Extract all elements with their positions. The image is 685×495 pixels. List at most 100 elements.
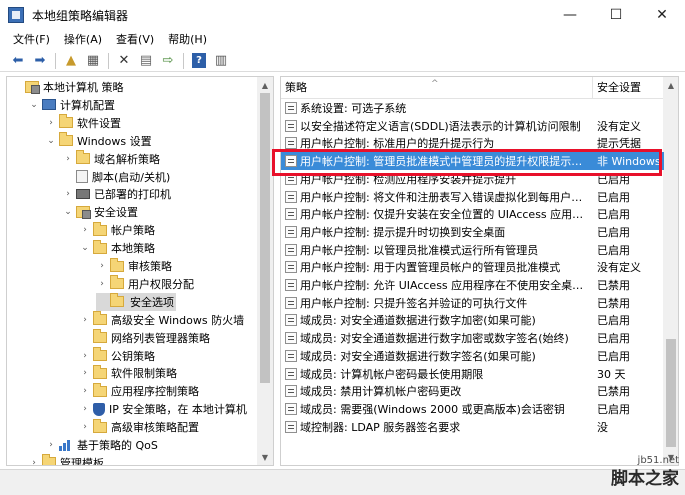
expand-arrow-icon[interactable]: › [79,404,91,414]
tree-item[interactable]: ⌄ 安全设置 [62,203,138,221]
tree-item[interactable]: › 管理模板 [28,454,104,465]
menu-file[interactable]: 文件(F) [6,30,57,50]
tree-item[interactable]: ⌄ 计算机配置 [28,96,115,114]
table-row[interactable]: 用户帐户控制: 提示提升时切换到安全桌面 已启用 [281,223,664,241]
tree-item[interactable]: › 审核策略 [96,257,172,275]
table-row[interactable]: 系统设置: 可选子系统 [281,99,664,117]
table-row[interactable]: 域成员: 禁用计算机帐户密码更改 已禁用 [281,382,664,400]
tree-item[interactable]: › 高级审核策略配置 [79,418,199,436]
table-row[interactable]: 域成员: 对安全通道数据进行数字签名(如果可能) 已启用 [281,347,664,365]
expand-arrow-icon[interactable]: › [79,315,91,325]
policy-setting-icon [285,332,297,345]
expand-arrow-icon[interactable]: › [96,279,108,289]
tree-item[interactable]: › 帐户策略 [79,221,155,239]
tree-item-label: 网络列表管理器策略 [111,331,210,345]
tree-item-label: IP 安全策略，在 本地计算机 [109,403,247,417]
table-row[interactable]: 用户帐户控制: 仅提升安装在安全位置的 UIAccess 应用程序 已启用 [281,205,664,223]
tree-item[interactable]: › 软件设置 [45,114,121,132]
security-setting-value: 已禁用 [597,385,630,399]
expand-arrow-icon[interactable]: › [79,225,91,235]
expand-arrow-icon[interactable]: › [45,118,57,128]
policy-setting-icon [285,137,297,150]
tree-item[interactable]: › 已部署的打印机 [62,185,171,203]
expand-arrow-icon[interactable]: › [79,386,91,396]
table-row[interactable]: 域成员: 计算机帐户密码最长使用期限 30 天 [281,365,664,383]
folder-icon [42,454,56,465]
table-row[interactable]: 用户帐户控制: 标准用户的提升提示行为 提示凭据 [281,134,664,152]
show-hide-tree-icon[interactable]: ▦ [83,52,103,70]
table-row[interactable]: 域控制器: LDAP 服务器签名要求 没 [281,418,664,436]
table-row[interactable]: 域成员: 对安全通道数据进行数字加密(如果可能) 已启用 [281,311,664,329]
expand-arrow-icon[interactable]: › [62,154,74,164]
expand-arrow-icon[interactable]: › [45,440,57,450]
tree-scrollbar[interactable]: ▲ ▼ [257,77,273,465]
policy-list-pane[interactable]: ^ 策略 安全设置 ▲ ▼ 系统设置: 可选子系统 以安全描述符定义语言(SDDL… [280,76,679,466]
table-row[interactable]: 用户帐户控制: 只提升签名并验证的可执行文件 已禁用 [281,294,664,312]
expand-arrow-icon[interactable]: › [62,189,74,199]
column-header-policy[interactable]: ^ 策略 [281,77,593,99]
scroll-up-arrow-icon[interactable]: ▲ [663,77,678,93]
column-header-setting[interactable]: 安全设置 [593,77,664,99]
folder-icon [59,114,73,129]
security-setting-value: 已启用 [597,190,630,204]
tree-item[interactable]: › 应用程序控制策略 [79,382,199,400]
expand-arrow-icon[interactable]: ⌄ [79,243,91,253]
tree-item[interactable]: 安全选项 [96,292,176,311]
table-row[interactable]: 用户帐户控制: 允许 UIAccess 应用程序在不使用安全桌面的情况下提升权限… [281,276,664,294]
expand-arrow-icon[interactable]: › [79,351,91,361]
table-row[interactable]: 用户帐户控制: 检测应用程序安装并提示提升 已启用 [281,170,664,188]
security-setting-value: 没有定义 [597,261,641,275]
table-row[interactable]: 域成员: 需要强(Windows 2000 或更高版本)会话密钥 已启用 [281,400,664,418]
minimize-button[interactable]: — [547,0,593,30]
tree-item[interactable]: ⌄ Windows 设置 [45,132,152,150]
tree-item[interactable]: › 软件限制策略 [79,364,177,382]
tree-item[interactable]: › 基于策略的 QoS [45,436,158,454]
tree-item[interactable]: › 用户权限分配 [96,275,194,293]
tree-item[interactable]: 网络列表管理器策略 [79,329,210,347]
table-row[interactable]: 用户帐户控制: 以管理员批准模式运行所有管理员 已启用 [281,241,664,259]
folder-icon [93,382,107,397]
tree-item[interactable]: › IP 安全策略，在 本地计算机 [79,400,247,418]
table-row[interactable]: 用户帐户控制: 管理员批准模式中管理员的提升权限提示的行为非 Windows [281,152,664,171]
filter-view-icon[interactable]: ▥ [211,52,231,70]
table-row[interactable]: 域成员: 对安全通道数据进行数字加密或数字签名(始终) 已启用 [281,329,664,347]
expand-arrow-icon[interactable]: › [79,368,91,378]
policy-name: 用户帐户控制: 只提升签名并验证的可执行文件 [300,296,528,310]
delete-icon[interactable]: ✕ [114,52,134,70]
menu-action[interactable]: 操作(A) [57,30,109,50]
scroll-down-arrow-icon[interactable]: ▼ [257,449,273,465]
forward-arrow-icon[interactable]: ➡ [30,52,50,70]
table-row[interactable]: 用户帐户控制: 用于内置管理员帐户的管理员批准模式 没有定义 [281,258,664,276]
properties-icon[interactable]: ▤ [136,52,156,70]
tree-item-label: 高级审核策略配置 [111,421,199,435]
close-button[interactable]: ✕ [639,0,685,30]
tree-item[interactable]: › 公钥策略 [79,347,155,365]
tree-item[interactable]: › 高级安全 Windows 防火墙 [79,311,244,329]
menu-view[interactable]: 查看(V) [109,30,161,50]
table-row[interactable]: 以安全描述符定义语言(SDDL)语法表示的计算机访问限制 没有定义 [281,117,664,135]
expand-arrow-icon[interactable]: › [96,261,108,271]
expand-arrow-icon[interactable]: ⌄ [62,207,74,217]
expand-arrow-icon[interactable]: ⌄ [45,136,57,146]
back-arrow-icon[interactable]: ⬅ [8,52,28,70]
list-scrollbar[interactable]: ▲ ▼ [663,77,678,465]
expand-arrow-icon[interactable]: › [28,458,40,465]
help-icon[interactable]: ? [192,53,206,68]
table-row[interactable]: 用户帐户控制: 将文件和注册表写入错误虚拟化到每用户位置 已启用 [281,188,664,206]
expand-arrow-icon[interactable]: ⌄ [28,100,40,110]
tree-item-label: 用户权限分配 [128,277,194,291]
maximize-button[interactable]: ☐ [593,0,639,30]
scroll-thumb[interactable] [260,93,270,383]
up-folder-icon[interactable]: ▲ [61,52,81,70]
tree-item[interactable]: › 域名解析策略 [62,150,160,168]
scroll-up-arrow-icon[interactable]: ▲ [257,77,273,93]
expand-arrow-icon[interactable]: › [79,422,91,432]
tree-item[interactable]: ⌄ 本地策略 [79,239,155,257]
tree-item-label: 审核策略 [128,260,172,273]
tree-item[interactable]: 本地计算机 策略 [11,78,124,96]
tree-item[interactable]: 脚本(启动/关机) [62,168,170,186]
menu-help[interactable]: 帮助(H) [161,30,214,50]
scroll-thumb[interactable] [666,339,676,447]
export-list-icon[interactable]: ⇨ [158,52,178,70]
tree-pane[interactable]: ▲ ▼ 本地计算机 策略 ⌄ 计算机配置 › 软件设置 ⌄ Windows 设置 › 域名解析策… [6,76,274,466]
